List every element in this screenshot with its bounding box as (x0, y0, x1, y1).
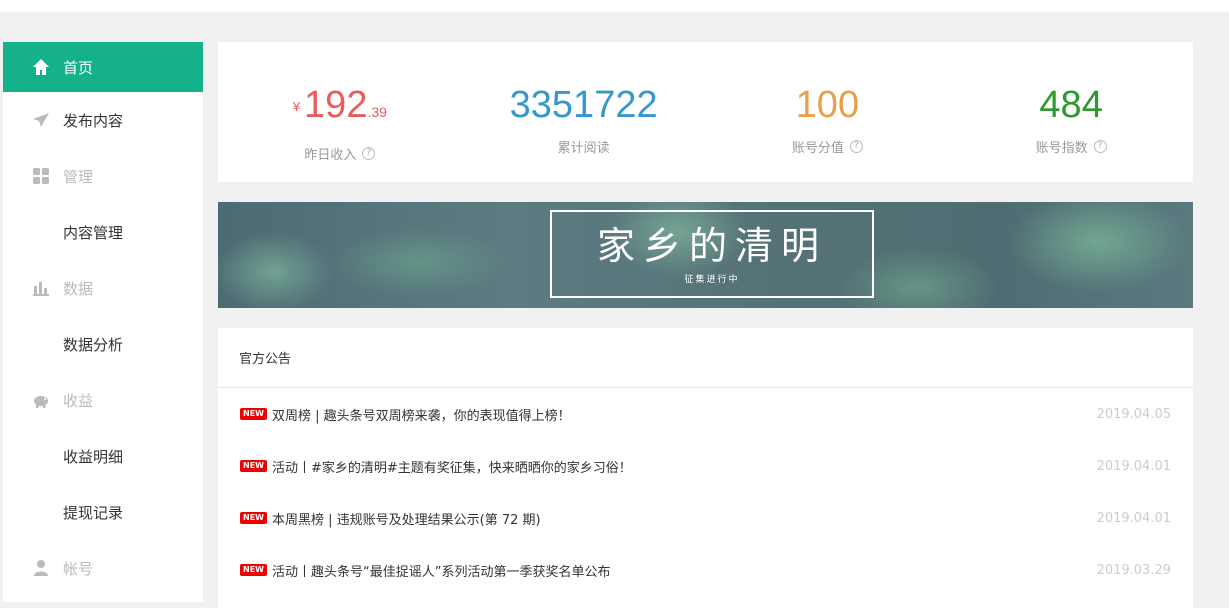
sidebar-group-manage: 管理 (3, 148, 203, 204)
sidebar-item-income-detail[interactable]: 收益明细 (3, 428, 203, 484)
sidebar-item-label: 数据分析 (63, 335, 124, 354)
stat-total-reads: 3351722 累计阅读 (462, 42, 706, 182)
stat-label-text: 账号分值 (791, 141, 844, 156)
promo-banner[interactable]: 家乡的清明 征集进行中 (218, 202, 1193, 308)
announcement-title[interactable]: 双周榜 | 趣头条号双周榜来袭，你的表现值得上榜！ (272, 405, 1097, 424)
announcement-date: 2019.04.01 (1096, 458, 1171, 474)
announcement-header: 官方公告 (218, 328, 1193, 388)
sidebar-item-withdraw-record[interactable]: 提现记录 (3, 484, 203, 540)
sidebar-group-label: 管理 (63, 167, 94, 186)
announcement-item[interactable]: NEW 活动丨趣头条号“最佳捉谣人”系列活动第一季获奖名单公布 2019.03.… (218, 544, 1193, 596)
home-icon (32, 58, 50, 76)
stat-label-text: 累计阅读 (557, 141, 610, 156)
index-value: 484 (1039, 84, 1103, 126)
new-badge: NEW (240, 564, 267, 576)
sidebar-item-label: 内容管理 (63, 223, 124, 242)
sidebar-item-label: 首页 (63, 58, 94, 77)
top-bar (0, 0, 1229, 12)
score-value: 100 (795, 84, 860, 126)
announcement-title[interactable]: 活动丨#家乡的清明#主题有奖征集，快来晒晒你的家乡习俗！ (272, 457, 1097, 476)
sidebar-group-label: 收益 (63, 391, 94, 410)
announcement-item[interactable]: NEW 活动丨#家乡的清明#主题有奖征集，快来晒晒你的家乡习俗！ 2019.04… (218, 440, 1193, 492)
stat-label: 累计阅读 (558, 137, 610, 156)
question-icon[interactable]: ? (849, 140, 863, 153)
sidebar-group-label: 数据 (63, 279, 94, 298)
sidebar-group-data: 数据 (3, 260, 203, 316)
question-icon[interactable]: ? (1093, 140, 1107, 153)
stat-account-index: 484 账号指数 ? (949, 42, 1193, 182)
currency-symbol: ¥ (292, 98, 301, 114)
announcement-item[interactable]: NEW 双周榜 | 趣头条号双周榜来袭，你的表现值得上榜！ 2019.04.05 (218, 388, 1193, 440)
income-integer: 192 (304, 84, 368, 126)
announcement-title[interactable]: 本周黑榜 | 违规账号及处理结果公示(第 72 期) (272, 509, 1097, 528)
announcement-date: 2019.04.01 (1096, 510, 1171, 526)
announcement-title[interactable]: 活动丨趣头条号“最佳捉谣人”系列活动第一季获奖名单公布 (272, 561, 1097, 580)
stat-label-text: 昨日收入 (304, 148, 357, 163)
announcement-date: 2019.04.05 (1096, 406, 1171, 422)
sidebar-item-data-analysis[interactable]: 数据分析 (3, 316, 203, 372)
announcement-panel: 官方公告 NEW 双周榜 | 趣头条号双周榜来袭，你的表现值得上榜！ 2019.… (218, 328, 1193, 608)
question-icon[interactable]: ? (362, 147, 376, 160)
new-badge: NEW (240, 460, 267, 472)
stat-label-text: 账号指数 (1035, 141, 1088, 156)
paper-plane-icon (32, 111, 50, 129)
stat-label: 账号分值 ? (792, 137, 863, 156)
stat-label: 账号指数 ? (1036, 137, 1107, 156)
sidebar-group-label: 帐号 (63, 559, 94, 578)
banner-subtitle: 征集进行中 (684, 275, 740, 285)
banner-frame: 家乡的清明 征集进行中 (550, 210, 874, 298)
sidebar-item-content-manage[interactable]: 内容管理 (3, 204, 203, 260)
announcement-item[interactable]: NEW 本周黑榜 | 违规账号及处理结果公示(第 72 期) 2019.04.0… (218, 492, 1193, 544)
grid-icon (32, 167, 50, 185)
sidebar-group-income: 收益 (3, 372, 203, 428)
income-value: ¥192.39 (293, 82, 387, 135)
sidebar-group-account: 帐号 (3, 540, 203, 596)
user-icon (32, 559, 50, 577)
stat-label: 昨日收入 ? (304, 144, 376, 163)
sidebar: 首页 发布内容 管理 内容管理 数据 数据分析 收益 收益明细 提现记录 帐号 (3, 42, 203, 602)
sidebar-item-home[interactable]: 首页 (3, 42, 203, 92)
new-badge: NEW (240, 512, 267, 524)
bar-chart-icon (32, 279, 50, 297)
sidebar-item-publish[interactable]: 发布内容 (3, 92, 203, 148)
sidebar-item-label: 提现记录 (63, 503, 124, 522)
banner-title: 家乡的清明 (596, 224, 827, 268)
stat-yesterday-income: ¥192.39 昨日收入 ? (218, 42, 462, 182)
stat-account-score: 100 账号分值 ? (706, 42, 950, 182)
announcement-date: 2019.03.29 (1096, 562, 1171, 578)
sidebar-item-label: 收益明细 (63, 447, 124, 466)
reads-value: 3351722 (509, 84, 658, 126)
stats-panel: ¥192.39 昨日收入 ? 3351722 累计阅读 100 账号分值 ? 4… (218, 42, 1193, 182)
piggy-bank-icon (32, 391, 50, 409)
income-decimal: .39 (367, 104, 387, 120)
sidebar-item-label: 发布内容 (63, 111, 124, 130)
new-badge: NEW (240, 408, 267, 420)
